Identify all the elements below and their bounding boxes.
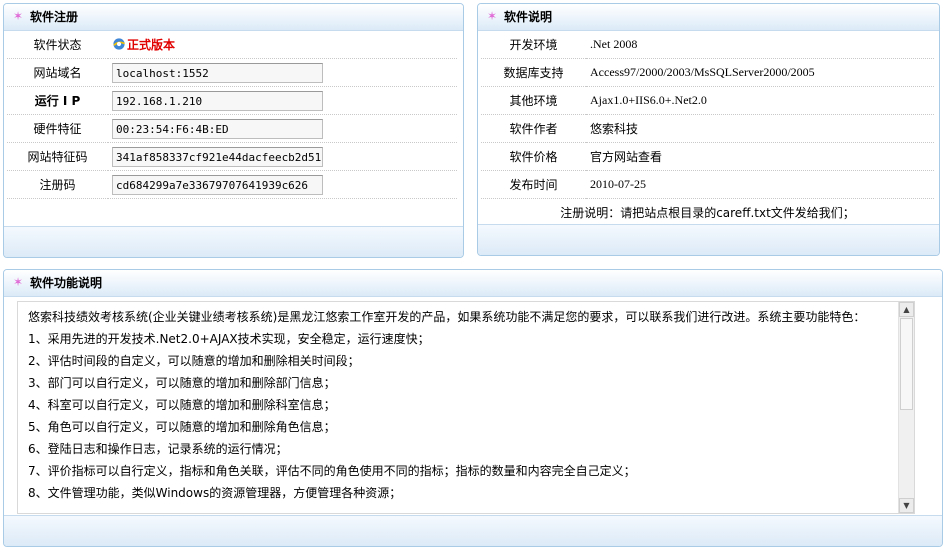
features-text: 悠索科技绩效考核系统(企业关键业绩考核系统)是黑龙江悠索工作室开发的产品，如果系…: [28, 306, 884, 504]
info-panel: ✶ 软件说明 开发环境 .Net 2008 数据库支持 Access97/200…: [477, 3, 940, 256]
features-header: ✶ 软件功能说明: [4, 270, 942, 297]
release-value: 2010-07-25: [586, 170, 934, 199]
info-title: 软件说明: [504, 10, 553, 24]
info-header: ✶ 软件说明: [478, 4, 939, 31]
price-value: 官方网站查看: [586, 142, 934, 171]
table-row: 其他环境 Ajax1.0+IIS6.0+.Net2.0: [481, 86, 934, 115]
db-label: 数据库支持: [481, 58, 586, 87]
site-code-label: 网站特征码: [7, 142, 108, 171]
feature-item: 7、评价指标可以自行定义，指标和角色关联，评估不同的角色使用不同的指标；指标的数…: [28, 464, 636, 478]
features-title: 软件功能说明: [30, 276, 103, 290]
table-row: 软件价格 官方网站查看: [481, 142, 934, 171]
ip-field[interactable]: 192.168.1.210: [112, 90, 323, 111]
domain-field[interactable]: localhost:1552: [112, 62, 323, 83]
other-env-label: 其他环境: [481, 86, 586, 115]
site-code-field[interactable]: 341af858337cf921e44dacfeecb2d51: [112, 146, 323, 167]
table-row: 运行 I P 192.168.1.210: [7, 86, 457, 115]
feature-item: 1、采用先进的开发技术.Net2.0+AJAX技术实现，安全稳定，运行速度快；: [28, 332, 430, 346]
registration-header: ✶ 软件注册: [4, 4, 463, 31]
table-row: [7, 198, 457, 227]
hardware-label: 硬件特征: [7, 114, 108, 143]
feature-item: 8、文件管理功能，类似Windows的资源管理器，方便管理各种资源；: [28, 486, 402, 500]
info-table: 开发环境 .Net 2008 数据库支持 Access97/2000/2003/…: [481, 31, 934, 227]
feature-item: 5、角色可以自行定义，可以随意的增加和删除角色信息；: [28, 420, 336, 434]
status-value: 正式版本: [108, 31, 457, 59]
status-label: 软件状态: [7, 31, 108, 59]
table-row: 注册说明：请把站点根目录的careff.txt文件发给我们；: [481, 198, 934, 227]
other-env-value: Ajax1.0+IIS6.0+.Net2.0: [586, 86, 934, 115]
arrow-up-icon[interactable]: ▲: [899, 302, 914, 317]
status-badge: 正式版本: [127, 38, 176, 52]
dev-env-value: .Net 2008: [586, 31, 934, 59]
table-row: 软件作者 悠索科技: [481, 114, 934, 143]
price-label: 软件价格: [481, 142, 586, 171]
table-row: 发布时间 2010-07-25: [481, 170, 934, 199]
star-icon: ✶: [13, 275, 24, 289]
reg-code-label: 注册码: [7, 170, 108, 199]
table-row: 网站特征码 341af858337cf921e44dacfeecb2d51: [7, 142, 457, 171]
registration-title: 软件注册: [30, 10, 79, 24]
author-value: 悠索科技: [586, 114, 934, 143]
arrow-down-icon[interactable]: ▼: [899, 498, 914, 513]
registration-note: 注册说明：请把站点根目录的careff.txt文件发给我们；: [481, 198, 934, 227]
star-icon: ✶: [13, 9, 24, 23]
table-row: 数据库支持 Access97/2000/2003/MsSQLServer2000…: [481, 58, 934, 87]
feature-item: 6、登陆日志和操作日志，记录系统的运行情况；: [28, 442, 288, 456]
table-row: 硬件特征 00:23:54:F6:4B:ED: [7, 114, 457, 143]
features-scrollbar[interactable]: ▲ ▼: [898, 302, 914, 513]
reg-code-field[interactable]: cd684299a7e33679707641939c626: [112, 174, 323, 195]
registration-panel: ✶ 软件注册 软件状态 正式版本 网站域名 localhost:1552 运行 …: [3, 3, 464, 258]
star-icon: ✶: [487, 9, 498, 23]
feature-item: 3、部门可以自行定义，可以随意的增加和删除部门信息；: [28, 376, 336, 390]
table-row: 软件状态 正式版本: [7, 31, 457, 59]
author-label: 软件作者: [481, 114, 586, 143]
features-footer: [4, 515, 942, 546]
registration-footer: [4, 226, 463, 257]
features-intro: 悠索科技绩效考核系统(企业关键业绩考核系统)是黑龙江悠索工作室开发的产品，如果系…: [28, 310, 866, 324]
info-footer: [478, 224, 939, 255]
db-value: Access97/2000/2003/MsSQLServer2000/2005: [586, 58, 934, 87]
features-panel: ✶ 软件功能说明 悠索科技绩效考核系统(企业关键业绩考核系统)是黑龙江悠索工作室…: [3, 269, 943, 547]
feature-item: 4、科室可以自行定义，可以随意的增加和删除科室信息；: [28, 398, 336, 412]
scrollbar-thumb[interactable]: [900, 318, 913, 410]
ie-icon: [113, 38, 125, 50]
table-row: 开发环境 .Net 2008: [481, 31, 934, 59]
dev-env-label: 开发环境: [481, 31, 586, 59]
table-row: 网站域名 localhost:1552: [7, 58, 457, 87]
features-textarea[interactable]: 悠索科技绩效考核系统(企业关键业绩考核系统)是黑龙江悠索工作室开发的产品，如果系…: [17, 301, 915, 514]
ip-label: 运行 I P: [7, 86, 108, 115]
domain-label: 网站域名: [7, 58, 108, 87]
release-label: 发布时间: [481, 170, 586, 199]
registration-table: 软件状态 正式版本 网站域名 localhost:1552 运行 I P 192…: [7, 31, 457, 227]
feature-item: 2、评估时间段的自定义，可以随意的增加和删除相关时间段；: [28, 354, 360, 368]
hardware-field[interactable]: 00:23:54:F6:4B:ED: [112, 118, 323, 139]
table-row: 注册码 cd684299a7e33679707641939c626: [7, 170, 457, 199]
